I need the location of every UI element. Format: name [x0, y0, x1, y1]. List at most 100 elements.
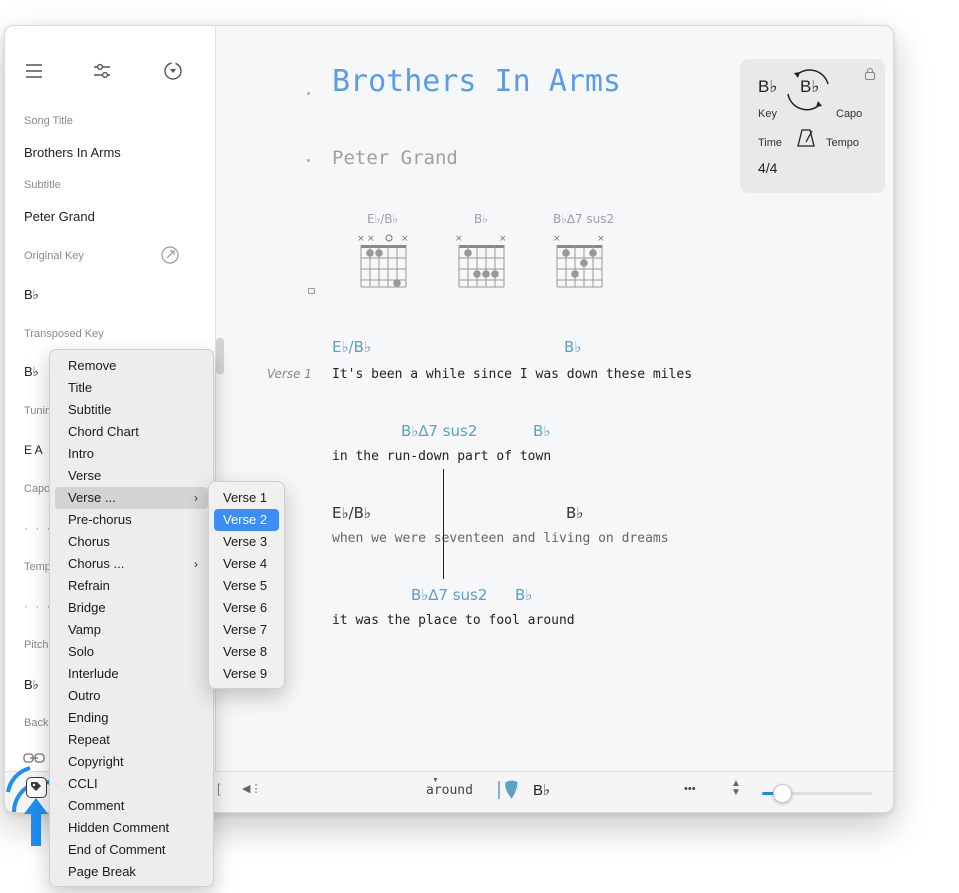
submenu-item-verse-7[interactable]: Verse 7	[214, 619, 279, 641]
stepper-icon[interactable]: ▲ ▼	[731, 779, 741, 798]
chord[interactable]: B♭∆7 sus2	[401, 422, 477, 440]
guitar-pick-icon[interactable]	[497, 778, 525, 802]
time-signature-value[interactable]: 4/4	[758, 160, 777, 176]
bracket-icon[interactable]: [	[217, 781, 221, 796]
menu-item-comment[interactable]: Comment	[55, 795, 208, 817]
menu-item-refrain[interactable]: Refrain	[55, 575, 208, 597]
tempo-label: Tempo	[826, 137, 860, 149]
menu-item-ccli[interactable]: CCLI	[55, 773, 208, 795]
menu-item-page-break[interactable]: Page Break	[55, 861, 208, 883]
tag-icon	[31, 782, 41, 791]
menu-item-interlude[interactable]: Interlude	[55, 663, 208, 685]
song-subtitle[interactable]: Peter Grand	[332, 147, 458, 169]
lyric-line[interactable]: It's been a while since I was down these…	[332, 367, 692, 382]
current-word: around	[426, 783, 473, 798]
zoom-slider[interactable]	[762, 784, 872, 803]
menu-item-copyright[interactable]: Copyright	[55, 751, 208, 773]
chord[interactable]: B♭∆7 sus2	[411, 586, 487, 604]
chord[interactable]: E♭/B♭	[332, 338, 371, 356]
menu-item-label: Ending	[68, 710, 109, 725]
svg-text:×: ×	[597, 234, 605, 244]
hamburger-menu-icon[interactable]	[23, 60, 45, 82]
menu-item-bridge[interactable]: Bridge	[55, 597, 208, 619]
chord[interactable]: B♭	[566, 504, 583, 522]
svg-text:×: ×	[357, 234, 365, 244]
key-label: Key	[758, 108, 777, 120]
tag-button[interactable]	[26, 777, 47, 798]
zoom-slider-knob[interactable]	[773, 784, 793, 803]
svg-text:×: ×	[401, 234, 409, 244]
insert-section-menu: Remove Title Subtitle Chord Chart Intro Verse…	[49, 349, 214, 887]
menu-item-remove[interactable]: Remove	[55, 355, 208, 377]
chart-handle-icon[interactable]	[308, 288, 315, 294]
pitch-field[interactable]: B♭	[24, 677, 39, 693]
menu-item-verse[interactable]: Verse	[55, 465, 208, 487]
song-title-field[interactable]: Brothers In Arms	[24, 145, 121, 160]
metronome-play-icon[interactable]	[162, 60, 184, 82]
menu-item-label: Bridge	[68, 600, 106, 615]
capo-label: Capo	[24, 483, 51, 495]
text-cursor	[443, 469, 444, 579]
song-info-panel: B♭ B♭ Key Capo Time Tempo 4/4	[740, 59, 885, 193]
menu-item-chord-chart[interactable]: Chord Chart	[55, 421, 208, 443]
menu-item-pre-chorus[interactable]: Pre-chorus	[55, 509, 208, 531]
lock-icon[interactable]	[864, 67, 876, 81]
submenu-item-verse-2[interactable]: Verse 2	[214, 509, 279, 531]
subtitle-field[interactable]: Peter Grand	[24, 209, 95, 224]
menu-item-hidden-comment[interactable]: Hidden Comment	[55, 817, 208, 839]
lyric-line[interactable]: when we were seventeen and living on dre…	[332, 531, 669, 546]
svg-text:×: ×	[553, 234, 561, 244]
menu-item-repeat[interactable]: Repeat	[55, 729, 208, 751]
metronome-icon[interactable]	[795, 127, 817, 149]
menu-item-subtitle[interactable]: Subtitle	[55, 399, 208, 421]
menu-item-vamp[interactable]: Vamp	[55, 619, 208, 641]
capo-value[interactable]: B♭	[800, 77, 819, 97]
menu-item-label: End of Comment	[68, 842, 166, 857]
chord[interactable]: B♭	[533, 422, 550, 440]
menu-item-label: Remove	[68, 358, 117, 373]
menu-item-label: CCLI	[68, 776, 98, 791]
menu-item-outro[interactable]: Outro	[55, 685, 208, 707]
submenu-item-verse-3[interactable]: Verse 3	[214, 531, 279, 553]
menu-item-label: Pre-chorus	[68, 512, 132, 527]
menu-item-chorus[interactable]: Chorus	[55, 531, 208, 553]
transposed-key-label: Transposed Key	[24, 328, 104, 340]
key-detect-icon[interactable]	[160, 245, 180, 265]
lyric-line[interactable]: it was the place to fool around	[332, 613, 575, 628]
key-value[interactable]: B♭	[758, 77, 777, 97]
menu-item-label: Chorus	[68, 534, 110, 549]
chord-diagram-eb-over-bb[interactable]: × × ×	[353, 231, 409, 289]
menu-item-title[interactable]: Title	[55, 377, 208, 399]
submenu-item-verse-8[interactable]: Verse 8	[214, 641, 279, 663]
menu-item-chorus[interactable]: Chorus ... ›	[55, 553, 208, 575]
song-title[interactable]: Brothers In Arms	[332, 64, 621, 99]
chord[interactable]: E♭/B♭	[332, 504, 371, 522]
menu-item-intro[interactable]: Intro	[55, 443, 208, 465]
menu-item-ending[interactable]: Ending	[55, 707, 208, 729]
background-label: Back	[24, 717, 49, 729]
chord-diagram-bb[interactable]: × ×	[451, 231, 507, 289]
submenu-item-verse-9[interactable]: Verse 9	[214, 663, 279, 685]
chord-diagram-bb-maj7-sus2[interactable]: × ×	[549, 231, 605, 289]
tuning-field[interactable]: E A	[24, 443, 43, 457]
submenu-item-verse-4[interactable]: Verse 4	[214, 553, 279, 575]
capo-label: Capo	[836, 108, 863, 120]
menu-item-label: Repeat	[68, 732, 110, 747]
more-icon[interactable]: •••	[684, 783, 696, 795]
original-key-field[interactable]: B♭	[24, 287, 39, 303]
chevron-right-icon: ›	[194, 557, 198, 571]
menu-item-verse[interactable]: Verse ... ›	[55, 487, 208, 509]
chord[interactable]: B♭	[515, 586, 532, 604]
svg-text:×: ×	[499, 234, 507, 244]
menu-item-solo[interactable]: Solo	[55, 641, 208, 663]
transposed-key-field[interactable]: B♭	[24, 364, 39, 380]
menu-item-end-of-comment[interactable]: End of Comment	[55, 839, 208, 861]
menu-item-label: Hidden Comment	[68, 820, 170, 835]
collapse-left-icon[interactable]: ◀⋮	[242, 782, 261, 795]
sliders-icon[interactable]	[91, 60, 113, 82]
submenu-item-verse-5[interactable]: Verse 5	[214, 575, 279, 597]
submenu-item-verse-1[interactable]: Verse 1	[214, 487, 279, 509]
submenu-item-verse-6[interactable]: Verse 6	[214, 597, 279, 619]
lyric-line[interactable]: in the run-down part of town	[332, 449, 551, 464]
chord[interactable]: B♭	[564, 338, 581, 356]
